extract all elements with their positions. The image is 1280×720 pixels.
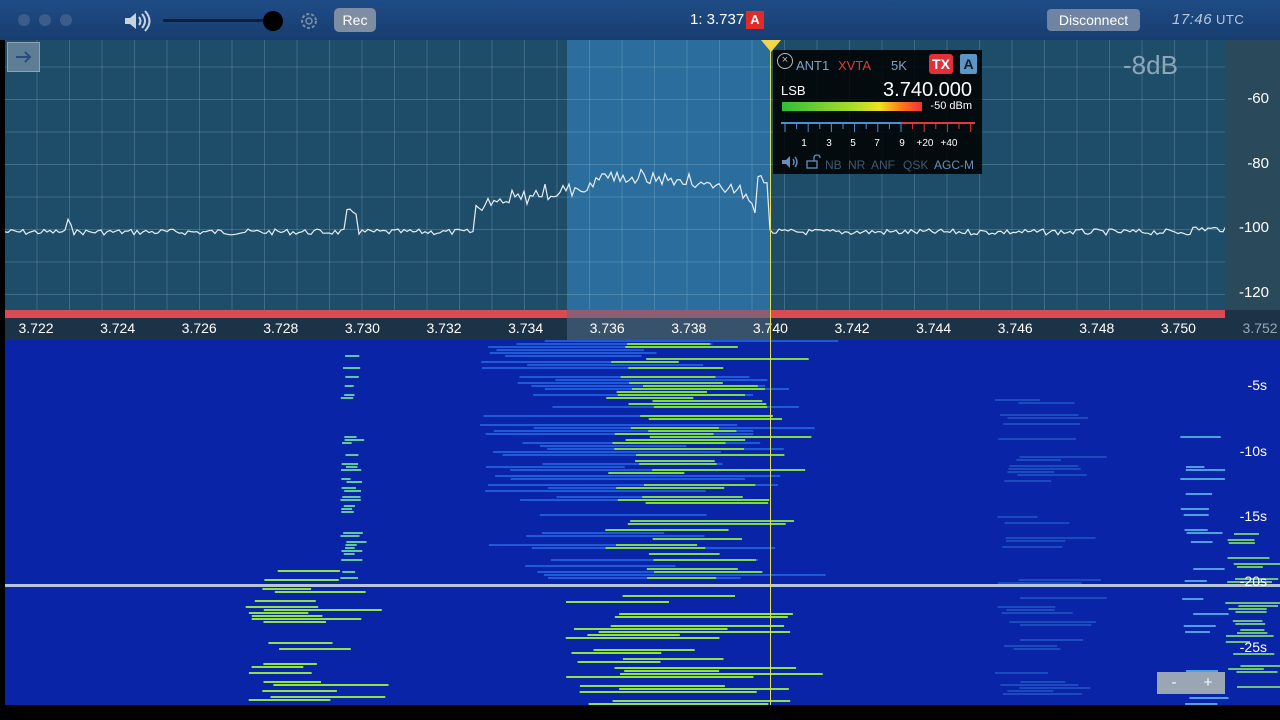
db-tick: -80 [1247,155,1269,172]
gear-icon[interactable] [297,9,321,33]
frequency-label: 3.748 [1079,320,1115,336]
nr-toggle[interactable]: NR [848,158,865,172]
zoom-out-button[interactable]: - [1157,672,1191,694]
frequency-label: 3.736 [589,320,625,336]
antenna-selector[interactable]: ANT1 [796,58,829,73]
arrow-right-icon [16,51,32,63]
s-meter-label: +40 [940,138,958,149]
time-label: -10s [1239,443,1267,459]
vfo-flag: × ANT1 XVTA 5K TX A LSB 3.740.000 -50 dB… [773,50,982,174]
spectrum-trace [5,168,1280,237]
s-meter-label: 3 [826,138,832,149]
utc-clock: 17:46 UTC [1172,11,1244,28]
s-meter-label: 9 [899,138,905,149]
frequency-label: 3.744 [916,320,952,336]
zoom-window-button[interactable] [60,14,72,26]
signal-dbm: -50 dBm [930,100,972,112]
frequency-label: 3.728 [263,320,299,336]
s-meter-label: +20 [916,138,934,149]
s-meter-label: 1 [801,138,807,149]
volume-slider-track[interactable] [163,19,275,22]
volume-slider-knob[interactable] [263,11,283,31]
signal-meter-bar [782,102,922,111]
minimize-window-button[interactable] [39,14,51,26]
frequency-label: 3.738 [671,320,707,336]
agc-selector[interactable]: AGC-M [934,158,974,172]
db-tick: -120 [1238,284,1269,301]
db-offset-label: -8dB [1123,50,1178,80]
filter-width[interactable]: 5K [891,58,907,73]
time-label: -15s [1239,508,1267,524]
waterfall[interactable]: -5s -10s -15s -20s -25s [5,340,1280,705]
frequency-label: 3.726 [181,320,217,336]
frequency-label: 3.750 [1160,320,1196,336]
frequency-label: 3.734 [508,320,544,336]
time-label: -20s [1239,573,1267,589]
active-slice-frequency: 1: 3.737 [690,11,745,28]
clock-time: 17:46 [1172,11,1213,28]
record-button[interactable]: Rec [334,8,376,32]
db-scale[interactable]: -60 -80 -100 -120 [1225,40,1280,310]
time-label: -5s [1247,377,1267,393]
title-bar: Rec 1: 3.737 A Disconnect 17:46 UTC [0,0,1280,40]
spectrum-grid [5,40,1225,310]
frequency-axis[interactable]: 3.722 3.724 3.726 3.728 3.730 3.732 3.734 3.736… [5,310,1280,340]
frequency-label: 3.752 [1242,320,1278,336]
frequency-label: 3.724 [100,320,136,336]
frequency-label: 3.732 [426,320,462,336]
tx-button[interactable]: TX [929,54,953,74]
mode-selector[interactable]: LSB [781,83,806,98]
waterfall-display [5,340,1280,705]
frequency-label: 3.722 [18,320,54,336]
qsk-toggle[interactable]: QSK [903,158,928,172]
s-meter-label: 5 [850,138,856,149]
frequency-label: 3.742 [834,320,870,336]
tuning-marker-line[interactable] [770,40,771,705]
speaker-icon[interactable] [122,10,152,32]
frequency-label: 3.730 [344,320,380,336]
transverter-label[interactable]: XVTA [838,58,871,73]
db-tick: -60 [1247,90,1269,107]
close-icon[interactable]: × [777,53,793,69]
panadapter[interactable]: -8dB -60 -80 -100 -120 [5,40,1280,310]
clock-zone: UTC [1216,12,1245,27]
speaker-icon[interactable] [781,154,801,170]
panel-toggle-button[interactable] [7,42,40,72]
s-meter-label: 7 [874,138,880,149]
time-label: -25s [1239,639,1267,655]
slice-letter: A [960,54,977,74]
disconnect-button[interactable]: Disconnect [1047,9,1140,31]
vfo-frequency[interactable]: 3.740.000 [883,79,972,102]
lock-icon[interactable] [805,153,821,169]
spectrum-plot [5,40,1280,310]
nb-toggle[interactable]: NB [825,158,842,172]
anf-toggle[interactable]: ANF [871,158,895,172]
zoom-in-button[interactable]: + [1191,672,1225,694]
frequency-label: 3.746 [997,320,1033,336]
db-tick: -100 [1238,219,1269,236]
s-meter-scale [781,122,975,132]
close-window-button[interactable] [18,14,30,26]
slice-badge: A [746,11,764,29]
